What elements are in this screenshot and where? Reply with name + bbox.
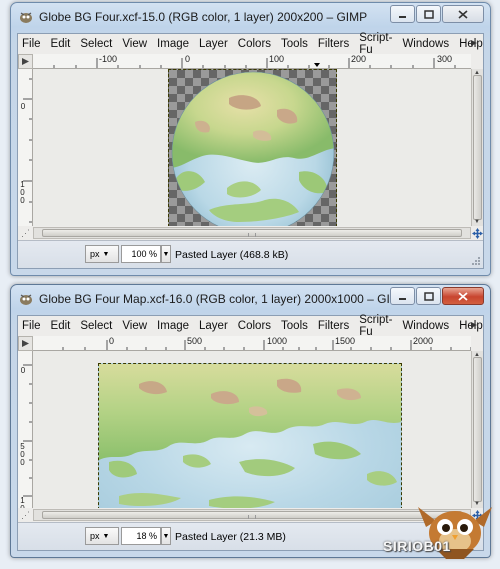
horizontal-scrollbar[interactable] xyxy=(33,509,471,521)
menu-edit[interactable]: Edit xyxy=(46,38,76,50)
zoom-toggle-icon[interactable]: ⋰ xyxy=(18,508,33,522)
triangle-right-icon xyxy=(22,58,29,65)
gimp-app-icon xyxy=(20,294,32,305)
menu-layer[interactable]: Layer xyxy=(194,320,233,332)
image-canvas[interactable] xyxy=(168,69,337,226)
navigate-icon[interactable] xyxy=(471,226,483,240)
world-map-image xyxy=(99,364,401,508)
window-controls xyxy=(389,5,484,23)
menu-windows[interactable]: Windows xyxy=(397,320,454,332)
ruler-ticks xyxy=(23,78,32,223)
menu-bar: File Edit Select View Image Layer Colors… xyxy=(18,314,483,338)
menu-view[interactable]: View xyxy=(117,320,152,332)
layer-info-text: Pasted Layer (21.3 MB) xyxy=(175,531,286,543)
quick-mask-corner[interactable] xyxy=(18,54,33,69)
minimize-button[interactable] xyxy=(390,5,415,23)
dropdown-arrow-icon: ▼ xyxy=(102,250,110,258)
menu-file[interactable]: File xyxy=(18,320,46,332)
menu-arrow-icon[interactable] xyxy=(469,320,479,330)
menu-tools[interactable]: Tools xyxy=(276,38,313,50)
scrollbar-thumb[interactable] xyxy=(42,229,462,237)
ruler-ticks xyxy=(62,340,471,350)
scrollbar-thumb[interactable] xyxy=(473,75,482,220)
ruler-ticks xyxy=(23,364,32,497)
zoom-dropdown-arrow-icon[interactable]: ▼ xyxy=(161,245,171,263)
unit-value: px xyxy=(90,531,100,541)
image-window-body: File Edit Select View Image Layer Colors… xyxy=(17,32,484,269)
image-window-body: File Edit Select View Image Layer Colors… xyxy=(17,314,484,551)
horizontal-scrollbar[interactable] xyxy=(33,227,471,239)
menu-image[interactable]: Image xyxy=(152,320,194,332)
menu-script-fu[interactable]: Script-Fu xyxy=(354,314,397,338)
menu-select[interactable]: Select xyxy=(75,320,117,332)
globe-image xyxy=(171,71,335,226)
window-controls xyxy=(389,287,484,305)
close-button[interactable] xyxy=(442,5,484,23)
unit-selector[interactable]: px ▼ xyxy=(85,527,119,545)
quick-mask-corner[interactable] xyxy=(18,336,33,351)
menu-view[interactable]: View xyxy=(117,38,152,50)
watermark-text: SIRIOB01 xyxy=(383,538,451,554)
unit-value: px xyxy=(90,249,100,259)
zoom-toggle-icon[interactable]: ⋰ xyxy=(18,226,33,240)
gimp-window-globe: Globe BG Four.xcf-15.0 (RGB color, 1 lay… xyxy=(10,2,491,276)
resize-grip-icon[interactable] xyxy=(471,256,481,266)
menu-tools[interactable]: Tools xyxy=(276,320,313,332)
zoom-field[interactable]: 18 % xyxy=(121,527,161,545)
vertical-ruler[interactable]: 0 500 1000 xyxy=(18,351,33,508)
window-title: Globe BG Four Map.xcf-16.0 (RGB color, 1… xyxy=(39,292,408,306)
menu-edit[interactable]: Edit xyxy=(46,320,76,332)
menu-arrow-icon[interactable] xyxy=(469,38,479,48)
menu-windows[interactable]: Windows xyxy=(397,38,454,50)
layer-info-text: Pasted Layer (468.8 kB) xyxy=(175,249,289,261)
menu-filters[interactable]: Filters xyxy=(313,38,354,50)
dropdown-arrow-icon: ▼ xyxy=(102,532,110,540)
title-bar[interactable]: Globe BG Four Map.xcf-16.0 (RGB color, 1… xyxy=(11,285,490,313)
maximize-button[interactable] xyxy=(416,5,441,23)
window-title: Globe BG Four.xcf-15.0 (RGB color, 1 lay… xyxy=(39,10,368,24)
unit-selector[interactable]: px ▼ xyxy=(85,245,119,263)
minimize-button[interactable] xyxy=(390,287,415,305)
vertical-scrollbar[interactable]: ▲ ▼ xyxy=(471,351,483,508)
menu-filters[interactable]: Filters xyxy=(313,320,354,332)
menu-select[interactable]: Select xyxy=(75,38,117,50)
menu-image[interactable]: Image xyxy=(152,38,194,50)
menu-file[interactable]: File xyxy=(18,38,46,50)
maximize-button[interactable] xyxy=(416,287,441,305)
zoom-field[interactable]: 100 % xyxy=(121,245,161,263)
scroll-down-icon[interactable]: ▼ xyxy=(474,219,480,225)
horizontal-scroll-row: ⋰ xyxy=(18,508,483,522)
canvas-area[interactable] xyxy=(33,69,471,226)
gimp-app-icon xyxy=(20,12,32,23)
menu-script-fu[interactable]: Script-Fu xyxy=(354,32,397,56)
ruler-ticks xyxy=(53,58,456,68)
title-bar[interactable]: Globe BG Four.xcf-15.0 (RGB color, 1 lay… xyxy=(11,3,490,31)
image-canvas[interactable] xyxy=(98,363,402,508)
scrollbar-thumb[interactable] xyxy=(42,511,462,519)
menu-bar: File Edit Select View Image Layer Colors… xyxy=(18,32,483,56)
scrollbar-thumb[interactable] xyxy=(473,357,482,502)
menu-colors[interactable]: Colors xyxy=(233,38,276,50)
close-button[interactable] xyxy=(442,287,484,305)
horizontal-ruler[interactable]: 0 500 1000 1500 2000 xyxy=(33,336,471,351)
zoom-dropdown-arrow-icon[interactable]: ▼ xyxy=(161,527,171,545)
triangle-right-icon xyxy=(22,340,29,347)
horizontal-ruler[interactable]: -100 0 100 200 300 xyxy=(33,54,471,69)
canvas-area[interactable] xyxy=(33,351,471,508)
menu-colors[interactable]: Colors xyxy=(233,320,276,332)
horizontal-scroll-row: ⋰ xyxy=(18,226,483,240)
status-bar: px ▼ 100 % ▼ Pasted Layer (468.8 kB) xyxy=(18,240,483,268)
vertical-scrollbar[interactable]: ▲ ▼ xyxy=(471,69,483,226)
vertical-ruler[interactable]: 0 100 xyxy=(18,69,33,226)
menu-layer[interactable]: Layer xyxy=(194,38,233,50)
